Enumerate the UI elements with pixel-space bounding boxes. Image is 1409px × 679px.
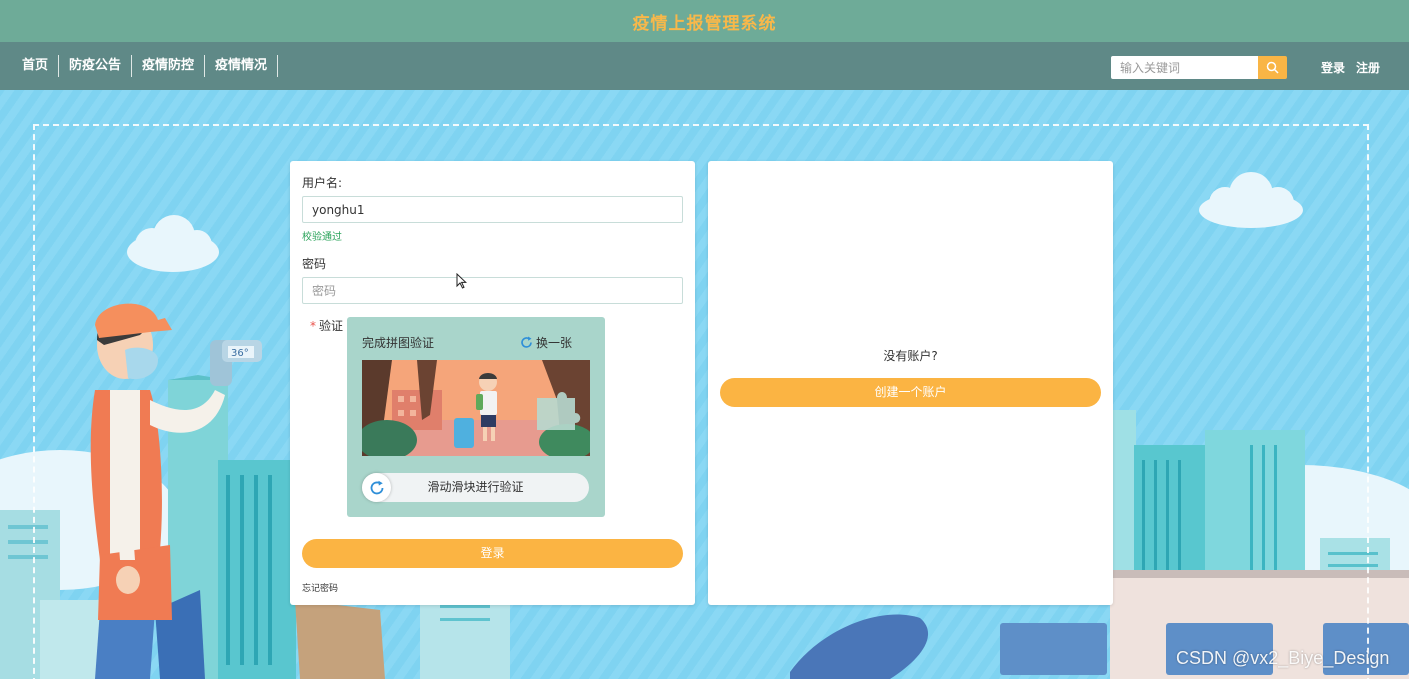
nav-login-link[interactable]: 登录 [1321,59,1345,76]
verify-label-wrap: * 验证 [310,317,343,334]
dashed-frame [33,124,1369,679]
required-mark: * [310,319,316,333]
forgot-password-link[interactable]: 忘记密码 [302,581,338,594]
title-bar: 疫情上报管理系统 [0,0,1409,42]
captcha-slider-track: 滑动滑块进行验证 [362,473,589,502]
captcha-title: 完成拼图验证 [362,336,435,350]
register-panel: 没有账户? 创建一个账户 [708,161,1113,605]
captcha-slider-handle[interactable] [362,473,391,502]
captcha-widget: 完成拼图验证 换一张 滑动滑块进行验证 [347,317,605,517]
captcha-refresh-button[interactable]: 换一张 [520,334,572,351]
login-panel: 用户名: 校验通过 密码 *验证 完成拼图验证 换一张 [290,161,695,605]
captcha-refresh-label: 换一张 [536,336,573,350]
slider-refresh-icon [370,480,383,494]
username-label: 用户名: [302,176,343,190]
username-input[interactable] [302,196,683,223]
nav-item-home[interactable]: 首页 [12,55,60,77]
nav-item-prevention[interactable]: 疫情防控 [132,55,206,77]
password-input[interactable] [302,277,683,304]
watermark: CSDN @vx2_Biye_Design [1176,648,1390,668]
search-icon [1266,61,1279,74]
nav-item-announcements[interactable]: 防疫公告 [59,55,133,77]
search-button[interactable] [1258,56,1287,79]
nav-register-link[interactable]: 注册 [1356,59,1380,76]
slider-hint-text: 滑动滑块进行验证 [427,480,524,494]
search-input[interactable] [1111,56,1258,79]
hero-background: 36° [0,90,1409,679]
login-submit-button[interactable]: 登录 [302,539,683,568]
refresh-icon [521,336,532,348]
auth-links: 登录 注册 [1321,59,1380,76]
site-title: 疫情上报管理系统 [632,13,777,34]
captcha-puzzle-image [362,360,590,456]
username-validation-hint: 校验通过 [302,232,342,243]
no-account-prompt: 没有账户? [883,349,938,363]
nav-item-situation[interactable]: 疫情情况 [205,55,279,77]
verify-label: 验证 [319,319,344,333]
password-label: 密码 [302,257,327,271]
create-account-button[interactable]: 创建一个账户 [720,378,1101,407]
search-box [1111,56,1287,79]
mouse-cursor-icon [456,273,467,289]
nav-bar: 首页 防疫公告 疫情防控 疫情情况 登录 注册 [0,42,1409,90]
nav-menu: 首页 防疫公告 疫情防控 疫情情况 [12,55,279,77]
